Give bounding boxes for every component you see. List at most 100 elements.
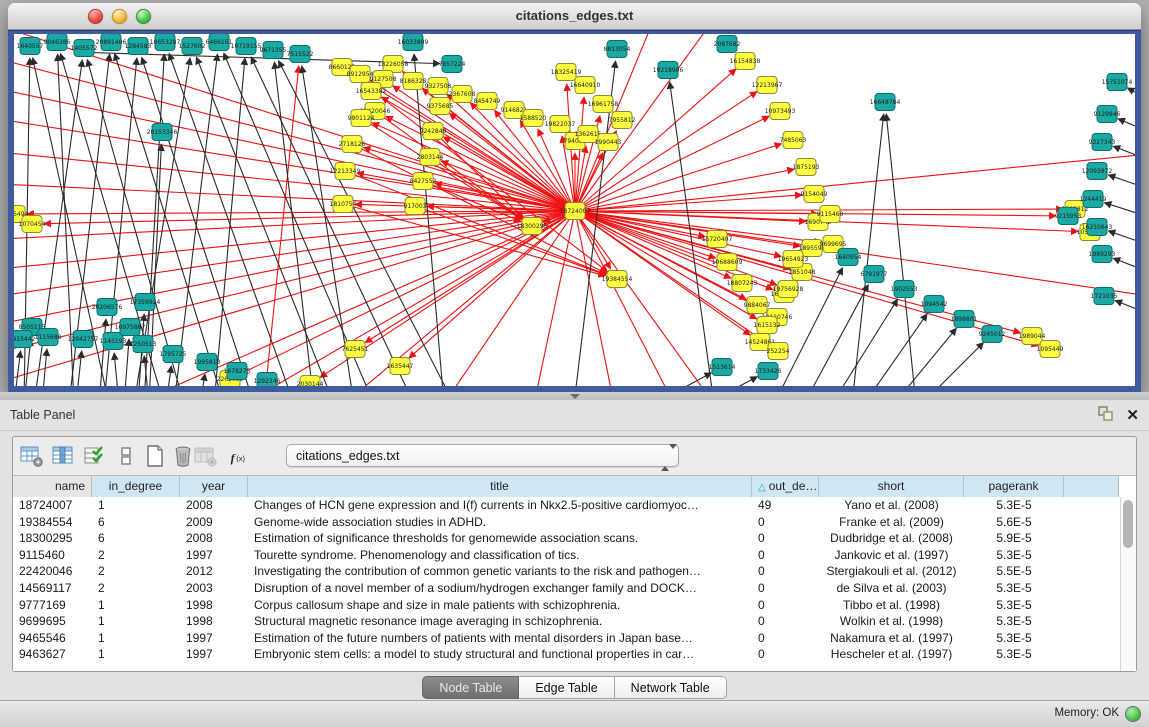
graph-node[interactable]: 6791977 [861,266,888,283]
table-row[interactable]: 969969511998Structural magnetic resonanc… [13,613,1121,630]
table-row[interactable]: 1872400712008Changes of HCN gene express… [13,497,1121,514]
graph-node[interactable]: 1990443 [595,134,622,151]
network-canvas[interactable]: 1872400786601238912954182260589127508165… [14,34,1135,386]
new-column-button[interactable] [143,444,167,468]
graph-node[interactable]: 2087682 [714,36,741,53]
column-header-filler[interactable] [1064,476,1119,497]
graph-node[interactable]: 19218906 [653,62,684,79]
graph-node[interactable]: 2367608 [449,86,476,103]
table-row[interactable]: 911546021997Tourette syndrome. Phenomeno… [13,547,1121,564]
float-window-icon[interactable] [1098,406,1114,426]
graph-node[interactable]: 1292346 [254,373,281,387]
graph-node[interactable]: 1875193 [793,159,820,176]
graph-node[interactable]: 1678275 [224,363,251,380]
column-header-name[interactable]: name [13,476,92,497]
row-height-button[interactable] [114,444,138,468]
graph-node[interactable]: 17359924 [130,294,161,311]
graph-node[interactable]: 16648784 [870,94,901,111]
graph-node[interactable]: 9215953 [1055,208,1082,225]
graph-node[interactable]: 7955812 [609,112,636,129]
graph-node[interactable]: 1095449 [1037,341,1064,358]
graph-node[interactable]: 9245012 [979,326,1006,343]
graph-node[interactable]: 12213967 [752,77,783,94]
graph-node[interactable]: 7857224 [439,56,466,73]
table-row[interactable]: 2242004622012Investigating the contribut… [13,563,1121,580]
graph-node[interactable]: 16961758 [588,96,619,113]
graph-node[interactable]: 9884067 [744,297,771,314]
graph-node[interactable]: 6466161 [206,34,233,51]
graph-node[interactable]: 1094542 [921,296,948,313]
graph-node[interactable]: 1810754 [330,196,357,213]
tab-network-table[interactable]: Network Table [615,676,727,699]
tab-edge-table[interactable]: Edge Table [519,676,614,699]
graph-node[interactable]: 2030144 [297,376,324,387]
graph-node[interactable]: 252254 [767,343,790,360]
table-row[interactable]: 1830029562008Estimation of significance … [13,530,1121,547]
table-row[interactable]: 946554611997Estimation of the future num… [13,630,1121,647]
table-row[interactable]: 1456911722003Disruption of a novel membe… [13,580,1121,597]
graph-node[interactable]: 10973493 [765,103,796,120]
graph-node[interactable]: 2803144 [417,149,444,166]
graph-node[interactable]: 1989293 [1089,246,1116,263]
graph-node[interactable]: 9115460 [817,206,844,223]
graph-node[interactable]: 1733426 [755,363,782,380]
column-header-out_de…[interactable]: △out_de… [752,476,819,497]
graph-node[interactable]: 3915442 [14,331,36,348]
graph-node[interactable]: 1902553 [891,281,918,298]
graph-node[interactable]: 9154049 [801,186,828,203]
delete-column-button[interactable] [171,444,195,468]
graph-node[interactable]: 1995810 [194,354,221,371]
graph-node[interactable]: 10653287 [150,34,181,51]
graph-node[interactable]: 917003 [404,198,427,215]
graph-node[interactable]: 9242848 [420,123,447,140]
network-selector-dropdown[interactable]: citations_edges.txt [286,444,679,467]
graph-node[interactable]: 8813054 [604,41,631,58]
graph-node[interactable]: 7515522 [287,46,314,63]
graph-node[interactable]: 7625451 [342,341,369,358]
network-window-titlebar[interactable]: citations_edges.txt [8,3,1141,30]
table-row[interactable]: 977716911998Corpus callosum shape and si… [13,597,1121,614]
graph-node[interactable]: 16033809 [398,34,429,51]
graph-node[interactable]: 9327508 [425,78,452,95]
column-header-year[interactable]: year [180,476,248,497]
graph-node[interactable]: 20891406 [96,34,127,51]
graph-node[interactable]: 9227343 [1089,134,1116,151]
graph-node[interactable]: 1405572 [71,40,98,57]
graph-node[interactable]: 1513614 [709,359,736,376]
graph-node[interactable]: 1640954 [835,249,862,266]
graph-node[interactable]: 9129946 [1094,106,1121,123]
scrollbar-thumb[interactable] [1123,500,1133,548]
graph-node[interactable]: 1640557 [17,38,44,55]
graph-node[interactable]: 18807243 [727,275,758,292]
graph-node[interactable]: 8454749 [474,93,501,110]
graph-node[interactable]: 1898801 [951,311,978,328]
table-scrollbar[interactable] [1120,497,1136,671]
graph-node[interactable]: 1244419 [1080,191,1107,208]
close-panel-icon[interactable]: ✕ [1126,408,1139,424]
graph-node[interactable]: 1615132 [754,317,781,334]
column-header-title[interactable]: title [248,476,752,497]
graph-node[interactable]: 9671355 [260,42,287,59]
tab-node-table[interactable]: Node Table [422,676,519,699]
column-header-short[interactable]: short [819,476,964,497]
graph-node[interactable]: 19822037 [545,116,576,133]
graph-node[interactable]: 1115688 [35,329,62,346]
graph-node[interactable]: 10719155 [231,38,262,55]
table-row[interactable]: 946362711997Embryonic stem cells: a mode… [13,646,1121,663]
panel-splitter[interactable] [0,392,1149,400]
function-builder-button[interactable]: f(x) [229,446,253,470]
graph-node[interactable]: 1527602 [179,38,206,55]
graph-node[interactable]: 1588520 [520,110,547,127]
graph-node[interactable]: 1070454 [19,216,46,233]
graph-node[interactable]: 12093872 [1082,163,1113,180]
graph-node[interactable]: 7485063 [780,132,807,149]
graph-node[interactable]: 18226058 [378,56,409,73]
table-mode-button[interactable] [19,444,43,468]
column-header-in_degree[interactable]: in_degree [92,476,180,497]
graph-node[interactable]: 8186328 [400,73,427,90]
graph-node[interactable]: 9901124 [348,110,375,127]
select-rows-button[interactable] [83,444,107,468]
splitter-handle-icon[interactable] [570,394,580,399]
graph-node[interactable]: 1721035 [1091,288,1118,305]
graph-node[interactable]: 16154838 [730,53,761,70]
